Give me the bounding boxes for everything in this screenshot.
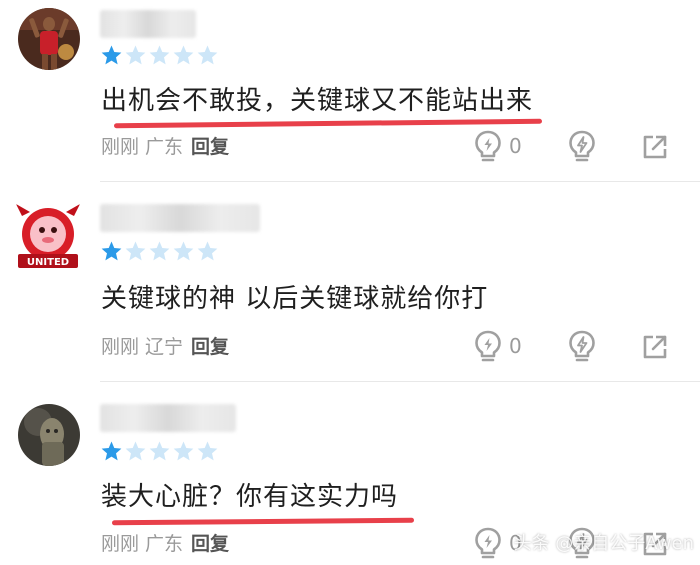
idea-count: 0: [509, 334, 522, 358]
avatar[interactable]: [18, 8, 80, 70]
comment-item: UNITED 关键球的神 以后关键球就给你打 刚刚 辽宁 回复 0: [0, 182, 700, 382]
charge-icon: [569, 330, 595, 362]
comment-meta: 刚刚 辽宁 回复: [101, 334, 229, 360]
charge-button[interactable]: [568, 130, 596, 162]
star-empty-icon: [173, 45, 194, 65]
avatar[interactable]: [18, 404, 80, 466]
share-button[interactable]: [642, 334, 668, 360]
comment-location: 广东: [145, 136, 184, 158]
star-empty-icon: [149, 441, 170, 461]
share-icon: [643, 135, 667, 159]
comment-text: 关键球的神 以后关键球就给你打: [101, 284, 489, 314]
comment-item: 出机会不敢投，关键球又不能站出来 刚刚 广东 回复 0: [0, 0, 700, 182]
star-empty-icon: [125, 441, 146, 461]
comment-location: 广东: [145, 533, 184, 555]
star-empty-icon: [197, 45, 218, 65]
star-filled-icon: [101, 241, 122, 261]
share-icon: [643, 335, 667, 359]
star-rating: [100, 44, 219, 67]
star-rating: [100, 440, 219, 463]
star-empty-icon: [125, 241, 146, 261]
watermark: 头条 @亲自公子Awen: [513, 533, 694, 554]
username-blurred[interactable]: [100, 404, 236, 432]
comment-text: 装大心脏？你有这实力吗: [101, 482, 399, 512]
comment-time: 刚刚: [101, 336, 140, 358]
charge-icon: [569, 130, 595, 162]
share-button[interactable]: [642, 134, 668, 160]
idea-button[interactable]: 0: [474, 130, 522, 162]
comment-meta: 刚刚 广东 回复: [101, 531, 229, 557]
reply-button[interactable]: 回复: [191, 533, 229, 555]
comment-meta: 刚刚 广东 回复: [101, 134, 229, 160]
star-empty-icon: [173, 241, 194, 261]
comment-location: 辽宁: [145, 336, 184, 358]
star-empty-icon: [149, 45, 170, 65]
star-empty-icon: [125, 45, 146, 65]
lightbulb-icon: [475, 527, 501, 559]
idea-count: 0: [509, 134, 522, 158]
star-filled-icon: [101, 441, 122, 461]
lightbulb-icon: [475, 330, 501, 362]
comment-time: 刚刚: [101, 136, 140, 158]
charge-button[interactable]: [568, 330, 596, 362]
star-rating: [100, 240, 219, 263]
idea-button[interactable]: 0: [474, 330, 522, 362]
reply-button[interactable]: 回复: [191, 336, 229, 358]
star-empty-icon: [149, 241, 170, 261]
comment-time: 刚刚: [101, 533, 140, 555]
red-underline: [113, 118, 543, 129]
red-underline: [111, 517, 415, 526]
svg-text:UNITED: UNITED: [27, 257, 69, 268]
star-empty-icon: [197, 441, 218, 461]
username-blurred[interactable]: [100, 204, 260, 232]
comment-text: 出机会不敢投，关键球又不能站出来: [101, 86, 534, 116]
star-empty-icon: [197, 241, 218, 261]
reply-button[interactable]: 回复: [191, 136, 229, 158]
star-filled-icon: [101, 45, 122, 65]
username-blurred[interactable]: [100, 10, 196, 38]
avatar[interactable]: UNITED: [14, 202, 82, 270]
lightbulb-icon: [475, 130, 501, 162]
star-empty-icon: [173, 441, 194, 461]
